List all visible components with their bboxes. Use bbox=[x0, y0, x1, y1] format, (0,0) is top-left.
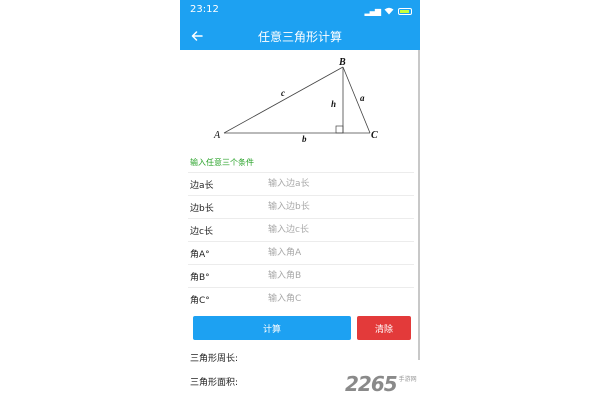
field-label: 边a长 bbox=[190, 181, 214, 191]
field-label: 角B° bbox=[190, 273, 210, 283]
side-a-label: a bbox=[360, 93, 365, 103]
app-bar: 任意三角形计算 bbox=[180, 22, 420, 50]
status-time: 23:12 bbox=[190, 4, 219, 15]
signal-icon: ▂▄▆ bbox=[364, 6, 382, 16]
watermark-text: 手游网 bbox=[398, 376, 417, 383]
watermark-number: 2265 bbox=[345, 372, 398, 396]
field-row-angle-c: 角C° bbox=[188, 287, 414, 310]
wifi-icon bbox=[384, 7, 394, 15]
side-a-input[interactable] bbox=[268, 175, 408, 192]
vertex-a-label: A bbox=[213, 130, 221, 141]
side-c-label: c bbox=[281, 88, 285, 98]
triangle-diagram: A B C a b c h bbox=[213, 57, 378, 144]
field-row-angle-b: 角B° bbox=[188, 264, 414, 287]
page-title: 任意三角形计算 bbox=[257, 30, 342, 44]
angle-a-input[interactable] bbox=[268, 244, 408, 261]
input-hint: 输入任意三个条件 bbox=[190, 158, 254, 167]
field-row-side-a: 边a长 bbox=[188, 172, 414, 195]
perimeter-result: 三角形周长: bbox=[188, 346, 414, 368]
side-b-label: b bbox=[302, 134, 307, 144]
calculate-button[interactable]: 计算 bbox=[193, 316, 351, 340]
side-c-line bbox=[223, 66, 344, 134]
phone-screen: 23:12 ▂▄▆ 任意三角形计算 A B C a b c h 输入任意三个条件 bbox=[180, 0, 420, 400]
perimeter-label: 三角形周长: bbox=[190, 354, 239, 364]
status-icons: ▂▄▆ bbox=[365, 4, 412, 18]
field-label: 角C° bbox=[190, 296, 210, 306]
battery-icon bbox=[398, 7, 412, 15]
vertex-c-label: C bbox=[371, 130, 378, 141]
field-label: 角A° bbox=[190, 250, 210, 260]
vertex-b-label: B bbox=[338, 57, 346, 68]
watermark-logo: 2265 手游网 bbox=[345, 372, 417, 396]
status-bar: 23:12 ▂▄▆ bbox=[180, 0, 420, 22]
field-row-side-c: 边c长 bbox=[188, 218, 414, 241]
height-label: h bbox=[331, 99, 336, 109]
side-a-line bbox=[342, 66, 371, 134]
side-c-input[interactable] bbox=[268, 221, 408, 238]
right-angle-marker bbox=[335, 125, 344, 134]
scrollbar[interactable] bbox=[418, 50, 420, 360]
field-label: 边c长 bbox=[190, 227, 213, 237]
field-row-side-b: 边b长 bbox=[188, 195, 414, 218]
area-label: 三角形面积: bbox=[190, 378, 239, 388]
angle-b-input[interactable] bbox=[268, 267, 408, 284]
clear-button[interactable]: 清除 bbox=[357, 316, 411, 340]
field-row-angle-a: 角A° bbox=[188, 241, 414, 264]
side-b-input[interactable] bbox=[268, 198, 408, 215]
angle-c-input[interactable] bbox=[268, 290, 408, 307]
field-label: 边b长 bbox=[190, 204, 214, 214]
